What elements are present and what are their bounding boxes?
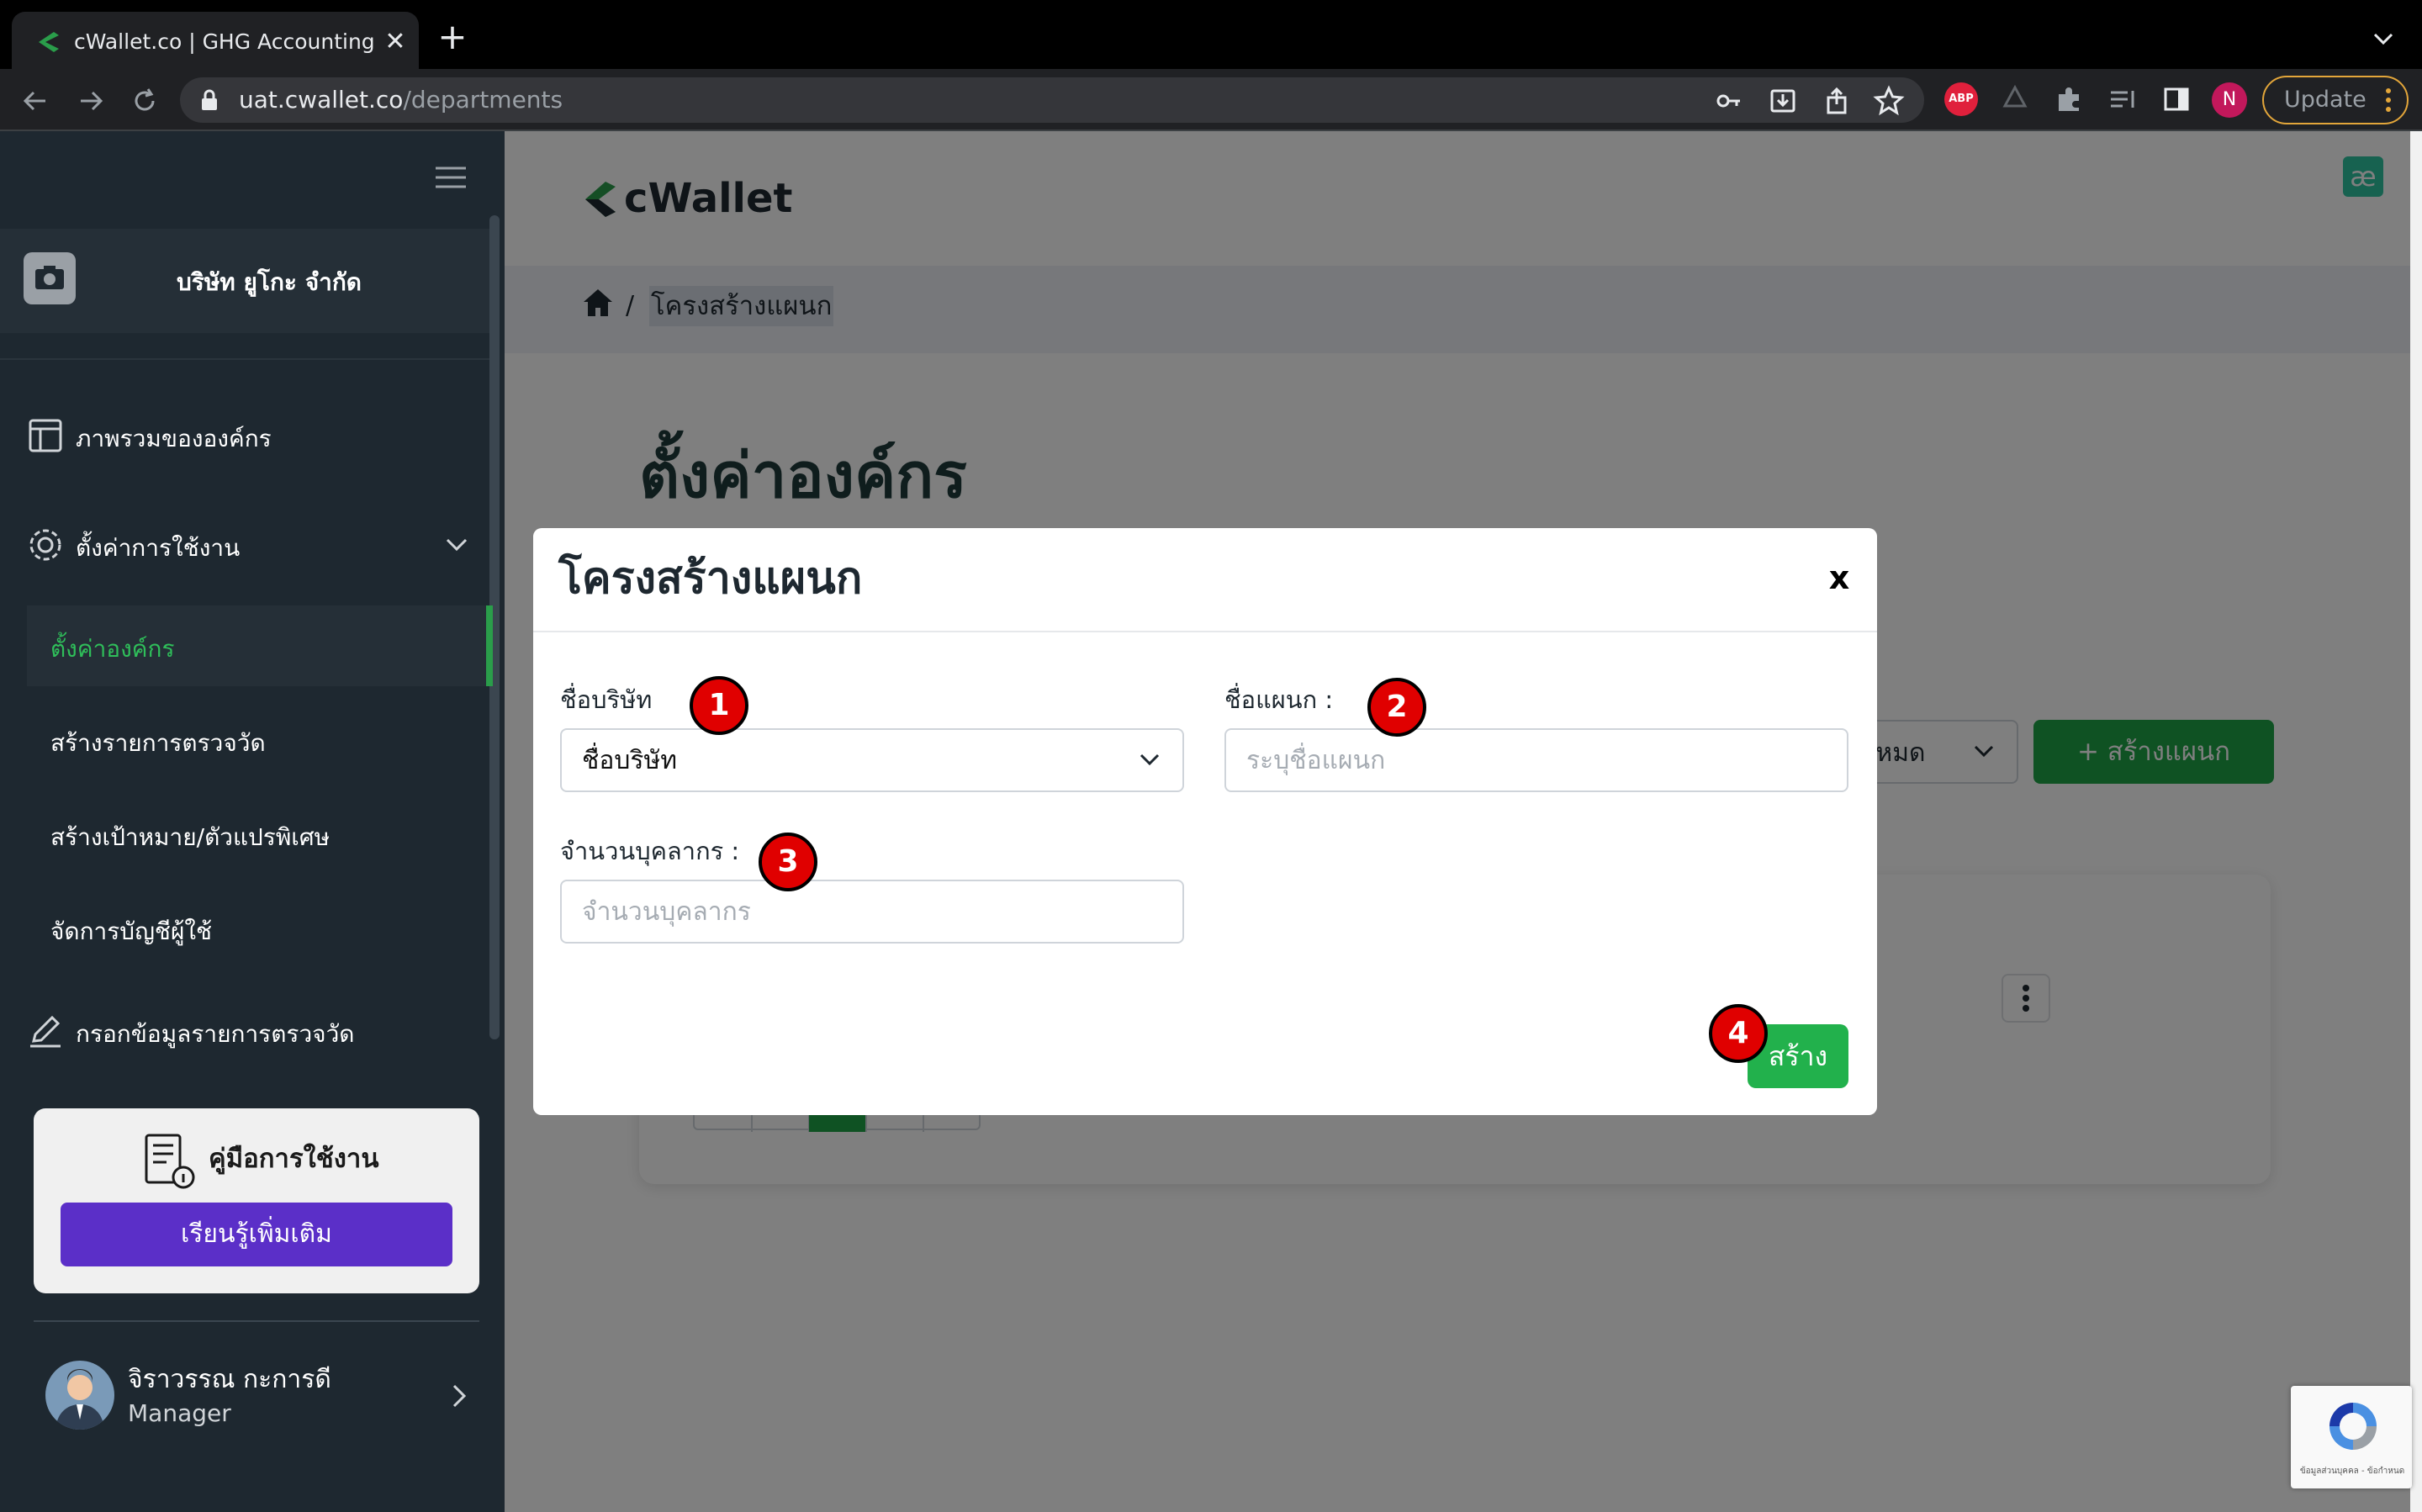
hamburger-menu-icon[interactable]	[434, 165, 468, 190]
browser-tab[interactable]: cWallet.co | GHG Accounting S ✕	[12, 12, 419, 69]
new-tab-button[interactable]: +	[434, 19, 471, 57]
headcount-placeholder: จำนวนบุคลากร	[582, 897, 751, 927]
forward-arrow-icon[interactable]	[74, 84, 108, 118]
more-vertical-icon[interactable]	[2385, 87, 2392, 113]
sidebar-item-settings[interactable]: ตั้งค่าการใช้งาน	[76, 531, 240, 565]
extensions-puzzle-icon[interactable]	[2052, 82, 2086, 116]
profile-avatar[interactable]: N	[2212, 82, 2247, 118]
recycle-extension-icon[interactable]	[1998, 82, 2032, 116]
recaptcha-badge[interactable]: ข้อมูลส่วนบุคคล - ข้อกำหนด	[2291, 1386, 2412, 1488]
url-bar[interactable]: uat.cwallet.co/departments	[180, 77, 1924, 123]
company-select-value: ชื่อบริษัท	[582, 746, 678, 775]
department-modal: โครงสร้างแผนก x ชื่อบริษัท ชื่อบริษัท ชื…	[533, 528, 1877, 1115]
company-select[interactable]: ชื่อบริษัท	[560, 728, 1184, 792]
camera-icon[interactable]	[24, 252, 76, 304]
user-name: จิราวรรณ กะการดี	[128, 1365, 331, 1394]
tab-search-chevron-icon[interactable]	[2368, 24, 2398, 54]
key-icon[interactable]	[1712, 84, 1746, 118]
url-text: uat.cwallet.co/departments	[239, 86, 563, 114]
sidebar-item-accounts[interactable]: จัดการบัญชีผู้ใช้	[50, 915, 212, 949]
sidebar-item-targets[interactable]: สร้างเป้าหมาย/ตัวแปรพิเศษ	[50, 821, 330, 854]
chevron-right-icon[interactable]	[446, 1381, 471, 1411]
install-app-icon[interactable]	[1766, 84, 1800, 118]
headcount-field-label: จำนวนบุคลากร :	[560, 837, 740, 865]
modal-title: โครงสร้างแผนก	[558, 553, 863, 604]
tab-title: cWallet.co | GHG Accounting S	[74, 29, 377, 54]
update-label: Update	[2284, 87, 2366, 113]
company-name: บริษัท ยูโกะ จำกัด	[177, 268, 362, 296]
side-panel-icon[interactable]	[2160, 82, 2193, 116]
user-role: Manager	[128, 1399, 231, 1427]
bookmark-star-icon[interactable]	[1872, 84, 1906, 118]
user-avatar[interactable]	[45, 1361, 114, 1430]
chevron-down-icon	[1140, 753, 1160, 766]
back-arrow-icon[interactable]	[19, 84, 52, 118]
adblock-icon[interactable]: ABP	[1944, 82, 1978, 116]
sidebar-divider	[0, 358, 493, 360]
layout-icon	[29, 419, 62, 452]
company-field-label: ชื่อบริษัท	[560, 685, 653, 714]
chevron-down-icon[interactable]	[444, 537, 469, 553]
annotation-marker-4: 4	[1709, 1004, 1768, 1063]
address-toolbar: uat.cwallet.co/departments ABP N Update	[0, 69, 2422, 131]
sidebar-item-create-measurement[interactable]: สร้างรายการตรวจวัด	[50, 727, 266, 760]
sidebar-item-overview[interactable]: ภาพรวมขององค์กร	[76, 422, 272, 456]
annotation-marker-3: 3	[759, 833, 817, 891]
tab-close-icon[interactable]: ✕	[378, 25, 412, 59]
sidebar-divider	[34, 1320, 479, 1322]
headcount-input[interactable]: จำนวนบุคลากร	[560, 880, 1184, 944]
department-name-input[interactable]: ระบุชื่อแผนก	[1224, 728, 1848, 792]
close-icon[interactable]: x	[1820, 558, 1859, 597]
reload-icon[interactable]	[128, 84, 161, 118]
edit-icon	[30, 1015, 61, 1048]
page-scrollbar[interactable]	[2410, 131, 2422, 1512]
annotation-marker-2: 2	[1367, 678, 1426, 737]
gear-icon	[29, 529, 61, 561]
modal-divider	[533, 631, 1877, 632]
share-icon[interactable]	[1820, 84, 1854, 118]
recaptcha-terms[interactable]: ข้อมูลส่วนบุคคล - ข้อกำหนด	[2296, 1463, 2409, 1480]
sidebar-item-data-entry[interactable]: กรอกข้อมูลรายการตรวจวัด	[76, 1018, 354, 1051]
cwallet-favicon-icon	[39, 32, 59, 52]
annotation-marker-1: 1	[690, 676, 748, 735]
department-name-placeholder: ระบุชื่อแผนก	[1246, 746, 1386, 775]
lock-icon	[202, 89, 217, 110]
reading-list-icon[interactable]	[2106, 82, 2139, 116]
manual-book-icon	[145, 1134, 195, 1189]
sidebar-item-org-settings[interactable]: ตั้งค่าองค์กร	[50, 632, 175, 666]
recaptcha-icon	[2329, 1403, 2377, 1450]
department-field-label: ชื่อแผนก :	[1224, 685, 1334, 714]
learn-more-button[interactable]: เรียนรู้เพิ่มเติม	[61, 1203, 452, 1266]
manual-title: คู่มือการใช้งาน	[209, 1144, 379, 1174]
